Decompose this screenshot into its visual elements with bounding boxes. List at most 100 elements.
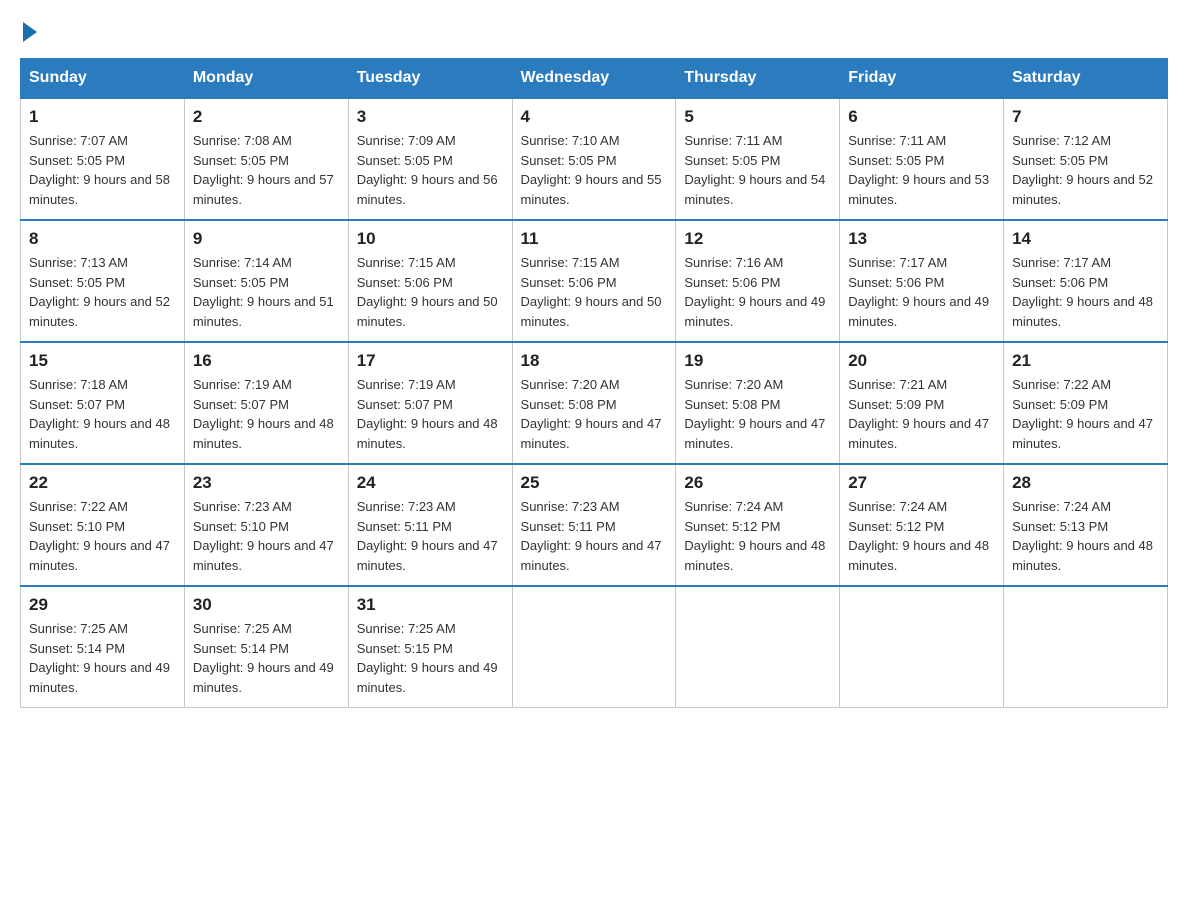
day-info: Sunrise: 7:18 AMSunset: 5:07 PMDaylight:… [29, 377, 170, 451]
page-header [20, 20, 1168, 38]
week-row-4: 22 Sunrise: 7:22 AMSunset: 5:10 PMDaylig… [21, 464, 1168, 586]
day-number: 15 [29, 351, 176, 371]
calendar-cell: 7 Sunrise: 7:12 AMSunset: 5:05 PMDayligh… [1004, 98, 1168, 220]
week-row-2: 8 Sunrise: 7:13 AMSunset: 5:05 PMDayligh… [21, 220, 1168, 342]
calendar-cell: 16 Sunrise: 7:19 AMSunset: 5:07 PMDaylig… [184, 342, 348, 464]
day-number: 4 [521, 107, 668, 127]
calendar-cell: 28 Sunrise: 7:24 AMSunset: 5:13 PMDaylig… [1004, 464, 1168, 586]
calendar-cell: 10 Sunrise: 7:15 AMSunset: 5:06 PMDaylig… [348, 220, 512, 342]
weekday-header-monday: Monday [184, 59, 348, 99]
day-info: Sunrise: 7:07 AMSunset: 5:05 PMDaylight:… [29, 133, 170, 207]
day-number: 17 [357, 351, 504, 371]
day-number: 31 [357, 595, 504, 615]
day-number: 30 [193, 595, 340, 615]
day-info: Sunrise: 7:23 AMSunset: 5:11 PMDaylight:… [521, 499, 662, 573]
day-number: 5 [684, 107, 831, 127]
calendar-cell: 8 Sunrise: 7:13 AMSunset: 5:05 PMDayligh… [21, 220, 185, 342]
weekday-header-row: SundayMondayTuesdayWednesdayThursdayFrid… [21, 59, 1168, 99]
weekday-header-sunday: Sunday [21, 59, 185, 99]
logo-triangle-icon [23, 22, 37, 42]
calendar-cell: 26 Sunrise: 7:24 AMSunset: 5:12 PMDaylig… [676, 464, 840, 586]
day-number: 21 [1012, 351, 1159, 371]
calendar-cell: 18 Sunrise: 7:20 AMSunset: 5:08 PMDaylig… [512, 342, 676, 464]
day-number: 29 [29, 595, 176, 615]
day-info: Sunrise: 7:21 AMSunset: 5:09 PMDaylight:… [848, 377, 989, 451]
day-info: Sunrise: 7:24 AMSunset: 5:12 PMDaylight:… [684, 499, 825, 573]
calendar-cell: 5 Sunrise: 7:11 AMSunset: 5:05 PMDayligh… [676, 98, 840, 220]
calendar-cell: 30 Sunrise: 7:25 AMSunset: 5:14 PMDaylig… [184, 586, 348, 708]
day-info: Sunrise: 7:14 AMSunset: 5:05 PMDaylight:… [193, 255, 334, 329]
day-info: Sunrise: 7:19 AMSunset: 5:07 PMDaylight:… [357, 377, 498, 451]
calendar-cell: 31 Sunrise: 7:25 AMSunset: 5:15 PMDaylig… [348, 586, 512, 708]
day-info: Sunrise: 7:17 AMSunset: 5:06 PMDaylight:… [1012, 255, 1153, 329]
calendar-cell: 19 Sunrise: 7:20 AMSunset: 5:08 PMDaylig… [676, 342, 840, 464]
weekday-header-saturday: Saturday [1004, 59, 1168, 99]
day-number: 11 [521, 229, 668, 249]
day-number: 16 [193, 351, 340, 371]
calendar-cell [676, 586, 840, 708]
calendar-cell: 14 Sunrise: 7:17 AMSunset: 5:06 PMDaylig… [1004, 220, 1168, 342]
day-info: Sunrise: 7:20 AMSunset: 5:08 PMDaylight:… [521, 377, 662, 451]
day-number: 18 [521, 351, 668, 371]
week-row-3: 15 Sunrise: 7:18 AMSunset: 5:07 PMDaylig… [21, 342, 1168, 464]
weekday-header-tuesday: Tuesday [348, 59, 512, 99]
calendar-cell: 9 Sunrise: 7:14 AMSunset: 5:05 PMDayligh… [184, 220, 348, 342]
day-info: Sunrise: 7:09 AMSunset: 5:05 PMDaylight:… [357, 133, 498, 207]
day-number: 27 [848, 473, 995, 493]
day-number: 26 [684, 473, 831, 493]
logo [20, 20, 37, 38]
day-info: Sunrise: 7:24 AMSunset: 5:13 PMDaylight:… [1012, 499, 1153, 573]
day-info: Sunrise: 7:15 AMSunset: 5:06 PMDaylight:… [521, 255, 662, 329]
day-info: Sunrise: 7:20 AMSunset: 5:08 PMDaylight:… [684, 377, 825, 451]
day-info: Sunrise: 7:22 AMSunset: 5:10 PMDaylight:… [29, 499, 170, 573]
weekday-header-wednesday: Wednesday [512, 59, 676, 99]
calendar-cell: 23 Sunrise: 7:23 AMSunset: 5:10 PMDaylig… [184, 464, 348, 586]
weekday-header-thursday: Thursday [676, 59, 840, 99]
day-number: 22 [29, 473, 176, 493]
day-number: 24 [357, 473, 504, 493]
calendar-cell: 3 Sunrise: 7:09 AMSunset: 5:05 PMDayligh… [348, 98, 512, 220]
calendar-cell: 15 Sunrise: 7:18 AMSunset: 5:07 PMDaylig… [21, 342, 185, 464]
day-number: 14 [1012, 229, 1159, 249]
calendar-cell: 21 Sunrise: 7:22 AMSunset: 5:09 PMDaylig… [1004, 342, 1168, 464]
day-info: Sunrise: 7:11 AMSunset: 5:05 PMDaylight:… [848, 133, 989, 207]
weekday-header-friday: Friday [840, 59, 1004, 99]
day-info: Sunrise: 7:23 AMSunset: 5:10 PMDaylight:… [193, 499, 334, 573]
day-info: Sunrise: 7:13 AMSunset: 5:05 PMDaylight:… [29, 255, 170, 329]
calendar-table: SundayMondayTuesdayWednesdayThursdayFrid… [20, 58, 1168, 708]
calendar-cell: 25 Sunrise: 7:23 AMSunset: 5:11 PMDaylig… [512, 464, 676, 586]
day-number: 12 [684, 229, 831, 249]
day-number: 2 [193, 107, 340, 127]
calendar-cell: 1 Sunrise: 7:07 AMSunset: 5:05 PMDayligh… [21, 98, 185, 220]
calendar-cell: 2 Sunrise: 7:08 AMSunset: 5:05 PMDayligh… [184, 98, 348, 220]
day-number: 8 [29, 229, 176, 249]
calendar-cell: 22 Sunrise: 7:22 AMSunset: 5:10 PMDaylig… [21, 464, 185, 586]
calendar-cell: 24 Sunrise: 7:23 AMSunset: 5:11 PMDaylig… [348, 464, 512, 586]
day-number: 3 [357, 107, 504, 127]
calendar-cell: 20 Sunrise: 7:21 AMSunset: 5:09 PMDaylig… [840, 342, 1004, 464]
day-number: 1 [29, 107, 176, 127]
calendar-cell [1004, 586, 1168, 708]
calendar-cell [512, 586, 676, 708]
day-number: 28 [1012, 473, 1159, 493]
day-info: Sunrise: 7:15 AMSunset: 5:06 PMDaylight:… [357, 255, 498, 329]
day-info: Sunrise: 7:08 AMSunset: 5:05 PMDaylight:… [193, 133, 334, 207]
week-row-5: 29 Sunrise: 7:25 AMSunset: 5:14 PMDaylig… [21, 586, 1168, 708]
day-info: Sunrise: 7:24 AMSunset: 5:12 PMDaylight:… [848, 499, 989, 573]
day-info: Sunrise: 7:25 AMSunset: 5:15 PMDaylight:… [357, 621, 498, 695]
calendar-cell: 4 Sunrise: 7:10 AMSunset: 5:05 PMDayligh… [512, 98, 676, 220]
day-info: Sunrise: 7:22 AMSunset: 5:09 PMDaylight:… [1012, 377, 1153, 451]
day-info: Sunrise: 7:25 AMSunset: 5:14 PMDaylight:… [193, 621, 334, 695]
day-number: 25 [521, 473, 668, 493]
day-number: 9 [193, 229, 340, 249]
day-number: 6 [848, 107, 995, 127]
day-info: Sunrise: 7:11 AMSunset: 5:05 PMDaylight:… [684, 133, 825, 207]
calendar-cell: 29 Sunrise: 7:25 AMSunset: 5:14 PMDaylig… [21, 586, 185, 708]
calendar-cell: 6 Sunrise: 7:11 AMSunset: 5:05 PMDayligh… [840, 98, 1004, 220]
day-number: 19 [684, 351, 831, 371]
calendar-cell: 17 Sunrise: 7:19 AMSunset: 5:07 PMDaylig… [348, 342, 512, 464]
day-info: Sunrise: 7:19 AMSunset: 5:07 PMDaylight:… [193, 377, 334, 451]
day-number: 23 [193, 473, 340, 493]
calendar-cell: 11 Sunrise: 7:15 AMSunset: 5:06 PMDaylig… [512, 220, 676, 342]
day-number: 13 [848, 229, 995, 249]
